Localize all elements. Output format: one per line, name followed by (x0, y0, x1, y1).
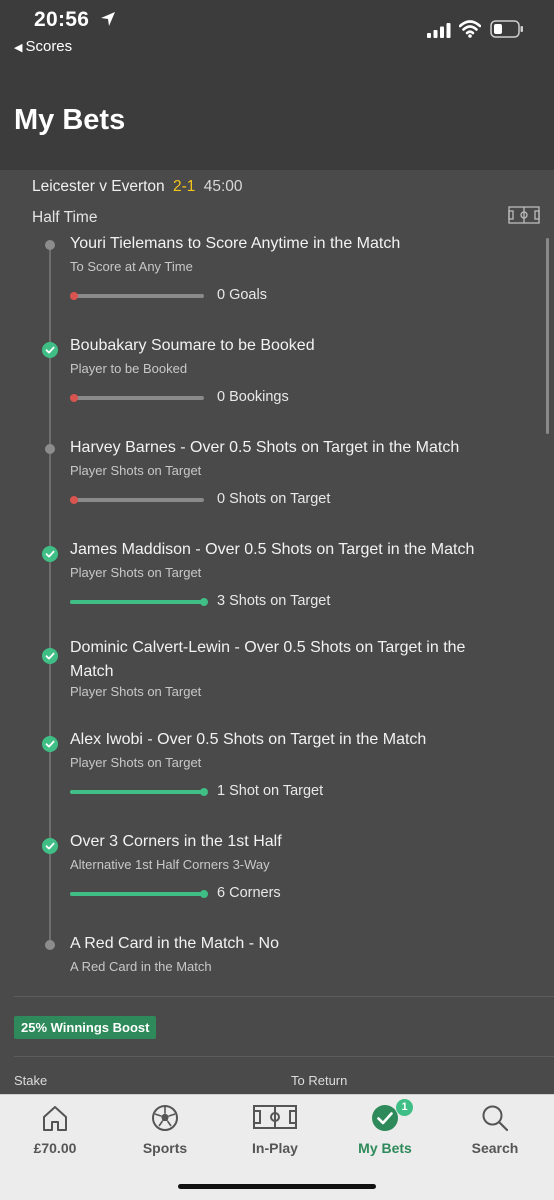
page-title: My Bets (14, 104, 126, 136)
home-icon (40, 1103, 70, 1138)
pending-dot-icon (45, 444, 55, 454)
nav-my-bets[interactable]: 1 My Bets (330, 1095, 440, 1167)
selection-market: A Red Card in the Match (70, 959, 212, 974)
nav-label: Sports (142, 1140, 188, 1156)
nav-search[interactable]: Search (440, 1095, 550, 1167)
pending-dot-icon (45, 240, 55, 250)
check-circle-icon (42, 838, 58, 854)
notification-badge: 1 (396, 1099, 413, 1116)
selection-market: Player Shots on Target (70, 463, 202, 478)
progress-knob (200, 788, 208, 796)
check-circle-icon (42, 736, 58, 752)
nav-label: In-Play (252, 1140, 298, 1156)
winnings-boost-badge: 25% Winnings Boost (14, 1016, 157, 1039)
progress-bar (70, 890, 208, 898)
to-return-label: To Return (291, 1073, 348, 1088)
back-to-scores-link[interactable]: ◀ Scores (14, 38, 72, 55)
progress-fill (70, 892, 204, 896)
divider (14, 996, 554, 997)
nav-in-play[interactable]: In-Play (220, 1095, 330, 1167)
progress-fill (70, 600, 204, 604)
nav-label: My Bets (358, 1140, 412, 1156)
selection-title: Youri Tielemans to Score Anytime in the … (70, 235, 401, 252)
progress-bar (70, 788, 208, 796)
progress-label: 0 Goals (217, 287, 267, 303)
selection-title: James Maddison - Over 0.5 Shots on Targe… (70, 541, 475, 558)
selection-market: Player Shots on Target (70, 684, 202, 699)
home-indicator[interactable] (178, 1184, 376, 1189)
page-header: My Bets (0, 62, 554, 170)
progress-bar (70, 292, 204, 300)
progress-label: 1 Shot on Target (217, 783, 324, 799)
selection-title: Dominic Calvert-Lewin - Over 0.5 Shots o… (70, 639, 466, 680)
back-triangle-icon: ◀ (14, 42, 23, 54)
progress-label: 0 Bookings (217, 389, 289, 405)
location-arrow-icon (100, 11, 116, 32)
match-score: 2-1 (173, 178, 196, 195)
progress-label: 0 Shots on Target (217, 491, 331, 507)
progress-knob (200, 890, 208, 898)
match-clock: 45:00 (203, 178, 243, 195)
nav-balance[interactable]: £70.00 (0, 1095, 110, 1167)
progress-knob (70, 496, 78, 504)
selection-title: Harvey Barnes - Over 0.5 Shots on Target… (70, 439, 460, 456)
match-period: Half Time (32, 209, 98, 226)
selection-title: A Red Card in the Match - No (70, 935, 279, 952)
selection-title: Alex Iwobi - Over 0.5 Shots on Target in… (70, 731, 427, 748)
back-label: Scores (25, 38, 73, 55)
selection-title: Boubakary Soumare to be Booked (70, 337, 315, 354)
progress-fill (70, 790, 204, 794)
progress-bar (70, 598, 208, 606)
cellular-signal-icon (427, 23, 451, 43)
bottom-nav: £70.00 Sports In-Play 1 My Bets Search (0, 1094, 554, 1200)
search-icon (480, 1103, 510, 1138)
progress-knob (200, 598, 208, 606)
progress-knob (70, 394, 78, 402)
progress-knob (70, 292, 78, 300)
divider (14, 1056, 554, 1057)
stake-label: Stake (14, 1073, 48, 1088)
nav-label: Search (471, 1140, 519, 1156)
check-circle-icon (42, 546, 58, 562)
match-teams: Leicester v Everton (32, 178, 165, 195)
progress-bar (70, 394, 204, 402)
battery-icon (490, 20, 524, 43)
nav-label: £70.00 (33, 1140, 77, 1156)
progress-bar (70, 496, 204, 504)
status-bar: 20:56 ◀ Scores (0, 0, 554, 62)
scrollbar[interactable] (546, 238, 549, 434)
check-circle-icon (42, 648, 58, 664)
selection-title: Over 3 Corners in the 1st Half (70, 833, 282, 850)
match-info[interactable]: Leicester v Everton 2-1 45:00 (32, 178, 243, 196)
progress-label: 6 Corners (217, 885, 281, 901)
selection-market: Player to be Booked (70, 361, 188, 376)
pitch-icon[interactable] (508, 206, 540, 229)
pending-dot-icon (45, 940, 55, 950)
progress-label: 3 Shots on Target (217, 593, 331, 609)
status-time: 20:56 (34, 8, 90, 31)
pitch-icon (252, 1103, 298, 1136)
selection-market: Player Shots on Target (70, 565, 202, 580)
check-circle-icon (42, 342, 58, 358)
selection-market: Player Shots on Target (70, 755, 202, 770)
selection-market: To Score at Any Time (70, 259, 193, 274)
bet-card[interactable]: Leicester v Everton 2-1 45:00 Half Time (14, 170, 554, 1060)
selection-market: Alternative 1st Half Corners 3-Way (70, 857, 270, 872)
nav-sports[interactable]: Sports (110, 1095, 220, 1167)
wifi-icon (458, 20, 482, 43)
football-icon (150, 1103, 180, 1138)
